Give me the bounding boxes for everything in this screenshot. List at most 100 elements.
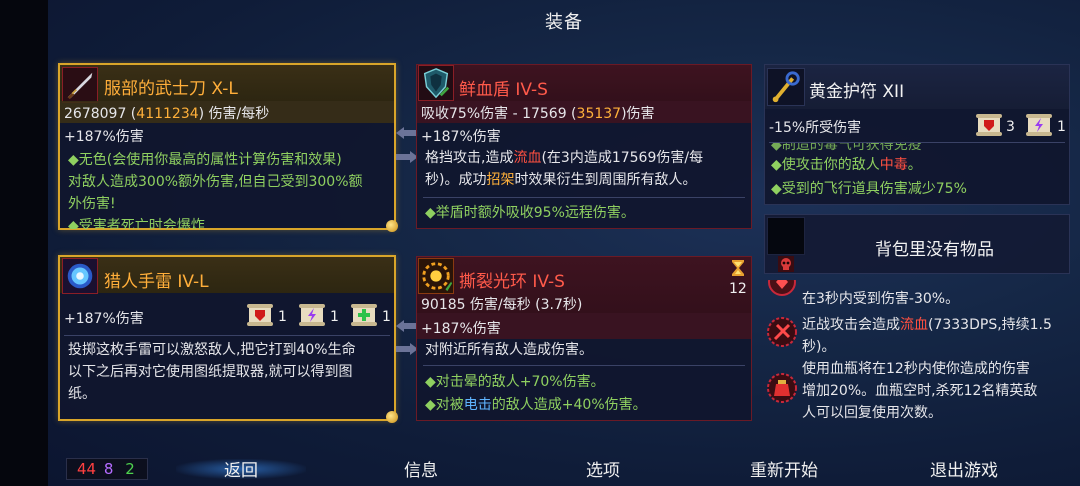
mutation-3-icon xyxy=(766,372,798,404)
aura-card[interactable]: 撕裂光环 IV-S 12 90185 伤害/每秒 (3.7秒) +187%伤害 … xyxy=(416,256,752,421)
grenade-divider xyxy=(64,335,390,336)
aura-divider xyxy=(423,365,745,366)
shield-desc-a1: 格挡攻击,造成 xyxy=(425,150,514,166)
options-button[interactable]: 选项 xyxy=(570,456,636,481)
arrow-left-icon xyxy=(396,126,418,140)
parry-keyword: 招架 xyxy=(486,172,515,188)
shield-absorb: 吸收75%伤害 - 17569 (35137)伤害 xyxy=(421,103,655,123)
hourglass-icon xyxy=(730,259,746,277)
corner-gem-icon xyxy=(386,411,398,423)
equipment-screen: 装备 服部的武士刀 X-L 2678097 (4111234) 伤害/每秒 +1… xyxy=(48,0,1080,486)
aura-dps: 90185 伤害/每秒 (3.7秒) xyxy=(421,297,583,313)
info-button[interactable]: 信息 xyxy=(388,456,454,481)
weapon-dps: 2678097 (4111234) 伤害/每秒 xyxy=(64,106,270,122)
scroll-red-count: 3 xyxy=(1006,119,1015,135)
amulet-line-1a: ◆使攻击你的敌人 xyxy=(771,157,880,173)
grenade-card[interactable]: 猎人手雷 IV-L +187%伤害 1 1 1 投掷这枚手雷可以激怒敌人,把它打… xyxy=(58,255,398,423)
bleed-keyword: 流血 xyxy=(513,150,542,166)
shield-desc-line3: ◆举盾时额外吸收95%远程伤害。 xyxy=(425,205,635,221)
mutation-skull-icon xyxy=(778,256,794,272)
grenade-name: 猎人手雷 IV-L xyxy=(104,272,209,292)
aura-desc-line2: ◆对击晕的敌人+70%伤害。 xyxy=(425,374,605,390)
bottom-menu: 返回 信息 选项 重新开始 退出游戏 xyxy=(48,452,1080,486)
amulet-line-1c: 。 xyxy=(907,157,922,173)
mutation-2a: 近战攻击会造成 xyxy=(802,317,900,333)
amulet-line-1: ◆使攻击你的敌人中毒。 xyxy=(771,154,922,176)
grenade-icon xyxy=(62,258,98,294)
amulet-line-2: ◆受到的飞行道具伤害减少75% xyxy=(771,181,967,197)
mutation-2-icon xyxy=(766,316,798,348)
weapon-desc-line1: ◆无色(会使用你最高的属性计算伤害和效果) xyxy=(68,152,342,168)
bleed-keyword: 流血 xyxy=(900,317,928,333)
mutation-2-line2: 秒)。 xyxy=(802,339,836,355)
shield-desc-line1: 格挡攻击,造成流血(在3内造成17569伤害/每 xyxy=(425,147,703,169)
scroll-purple-count: 1 xyxy=(1057,119,1066,135)
weapon-dps-unit: 伤害/每秒 xyxy=(208,106,270,122)
aura-bonus: +187%伤害 xyxy=(421,321,501,337)
page-title: 装备 xyxy=(545,12,583,33)
grenade-desc-line1: 投掷这枚手雷可以激怒敌人,把它打到40%生命 xyxy=(68,342,356,358)
scroll-green-count: 1 xyxy=(382,309,391,325)
quit-button[interactable]: 退出游戏 xyxy=(914,456,1014,481)
grenade-desc-line3: 纸。 xyxy=(68,386,96,402)
shield-card[interactable]: 鲜血盾 IV-S 吸收75%伤害 - 17569 (35137)伤害 +187%… xyxy=(416,64,752,229)
aura-desc-line3: ◆对被电击的敌人造成+40%伤害。 xyxy=(425,394,647,416)
shield-absorb-suffix: )伤害 xyxy=(621,106,655,122)
katana-icon xyxy=(62,67,98,103)
weapon-dps-bonus: 4111234 xyxy=(136,106,199,122)
grenade-desc-line2: 以下之后再对它使用图纸提取器,就可以得到图 xyxy=(68,364,353,380)
scroll-red-icon xyxy=(975,111,1003,139)
weapon-bonus: +187%伤害 xyxy=(64,129,144,145)
scroll-purple-icon xyxy=(298,301,326,329)
mutation-3-line3: 人可以回复使用次数。 xyxy=(802,405,942,421)
mutation-2-line1: 近战攻击会造成流血(7333DPS,持续1.5 xyxy=(802,314,1052,336)
grenade-bonus: +187%伤害 xyxy=(64,311,144,327)
amulet-card[interactable]: 黄金护符 XII -15%所受伤害 3 1 ◆制造的毒气可获得免疫 ◆使攻击你的… xyxy=(764,64,1070,205)
restart-button[interactable]: 重新开始 xyxy=(734,456,834,481)
poison-keyword: 中毒 xyxy=(879,157,908,173)
backpack-slot[interactable] xyxy=(767,217,805,255)
shield-icon xyxy=(418,65,454,101)
back-button[interactable]: 返回 xyxy=(208,456,274,481)
arrow-left-icon xyxy=(396,319,418,333)
shield-desc-b1: 秒)。成功 xyxy=(425,172,487,188)
arrow-right-icon xyxy=(396,342,418,356)
shock-keyword: 电击 xyxy=(463,397,492,413)
amulet-name: 黄金护符 XII xyxy=(809,82,905,102)
shield-name: 鲜血盾 IV-S xyxy=(459,80,548,100)
scroll-red-count: 1 xyxy=(278,309,287,325)
aura-name: 撕裂光环 IV-S xyxy=(459,272,565,292)
mutation-3-line2: 增加20%。血瓶空时,杀死12名精英敌 xyxy=(802,383,1038,399)
mutation-list: 在3秒内受到伤害-30%。 近战攻击会造成流血(7333DPS,持续1.5 秒)… xyxy=(764,254,1070,424)
weapon-desc-line2: 对敌人造成300%额外伤害,但自己受到300%额 xyxy=(68,174,363,190)
scroll-green-icon xyxy=(350,301,378,329)
mutation-2c: (7333DPS,持续1.5 xyxy=(928,317,1052,333)
amulet-line-cut: ◆制造的毒气可获得免疫 xyxy=(771,143,922,153)
scroll-purple-icon xyxy=(1025,111,1053,139)
mutation-1-text: 在3秒内受到伤害-30%。 xyxy=(802,291,960,307)
corner-gem-icon xyxy=(386,220,398,232)
weapon-card[interactable]: 服部的武士刀 X-L 2678097 (4111234) 伤害/每秒 +187%… xyxy=(58,63,398,232)
aura-desc-line1: 对附近所有敌人造成伤害。 xyxy=(425,342,593,358)
aura-desc-3c: 的敌人造成+40%伤害。 xyxy=(491,397,647,413)
amulet-icon xyxy=(767,68,805,106)
weapon-name: 服部的武士刀 X-L xyxy=(104,79,238,99)
scroll-red-icon xyxy=(246,301,274,329)
mutation-3-line1: 使用血瓶将在12秒内使你造成的伤害 xyxy=(802,361,1030,377)
aura-icon xyxy=(418,258,454,294)
mutation-1-icon xyxy=(766,280,798,298)
shield-bonus: +187%伤害 xyxy=(421,129,501,145)
shield-desc-b2: 时效果衍生到周围所有敌人。 xyxy=(514,172,697,188)
left-edge xyxy=(0,0,48,486)
amulet-stat: -15%所受伤害 xyxy=(769,120,862,136)
shield-desc-line2: 秒)。成功招架时效果衍生到周围所有敌人。 xyxy=(425,169,696,191)
shield-desc-a2: (在3内造成17569伤害/每 xyxy=(541,150,704,166)
shield-divider xyxy=(423,197,745,198)
shield-absorb-prefix: 吸收75%伤害 - 17569 ( xyxy=(421,106,577,122)
shield-absorb-bonus: 35137 xyxy=(576,106,622,122)
scroll-purple-count: 1 xyxy=(330,309,339,325)
weapon-desc-line3: 外伤害! xyxy=(68,196,116,212)
weapon-desc-line4: ◆受害者死亡时会爆炸 xyxy=(68,218,205,229)
aura-cooldown: 12 xyxy=(729,281,747,297)
weapon-dps-value: 2678097 xyxy=(64,106,127,122)
